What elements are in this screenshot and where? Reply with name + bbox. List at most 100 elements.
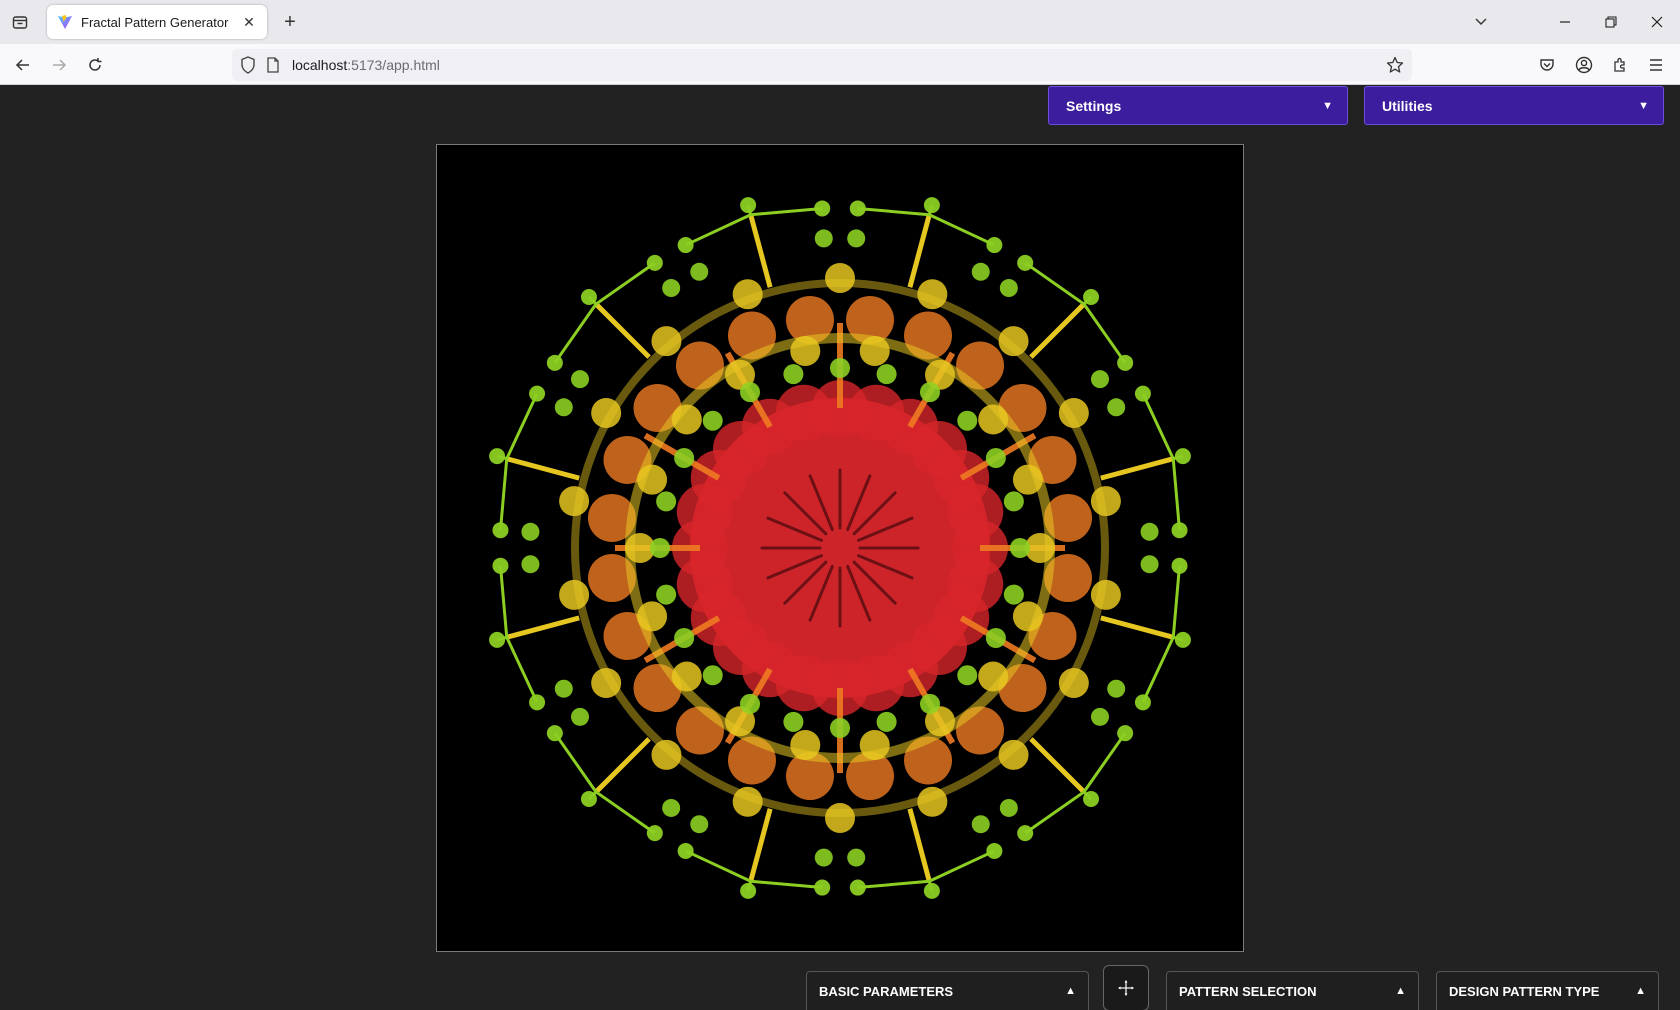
fractal-tip: [690, 815, 709, 834]
fractal-node: [740, 693, 760, 714]
fractal-tip: [814, 879, 831, 896]
fractal-tip: [814, 200, 831, 217]
bookmark-star-icon[interactable]: [1386, 56, 1404, 79]
move-icon[interactable]: [1103, 965, 1149, 1010]
fractal-node: [1003, 491, 1024, 512]
fractal-branch: [594, 737, 651, 794]
app-area: Settings ▼ Utilities ▼ BASIC PARAMETERS …: [0, 85, 1680, 1010]
fractal-branch: [1029, 737, 1086, 794]
fractal-tip: [1107, 398, 1126, 417]
fractal-tip: [1017, 825, 1034, 842]
browser-tab[interactable]: Fractal Pattern Generator ✕: [47, 5, 267, 39]
fractal-branch: [907, 808, 932, 882]
fractal-tip: [1117, 354, 1134, 371]
fractal-branch: [506, 615, 580, 640]
close-tab-icon[interactable]: ✕: [239, 12, 259, 32]
fractal-tip: [1134, 694, 1151, 711]
fractal-twig: [498, 565, 509, 638]
fractal-twig: [505, 393, 539, 460]
basic-parameters-panel[interactable]: BASIC PARAMETERS ▲: [806, 971, 1089, 1010]
fractal-twig: [685, 849, 752, 883]
chevron-down-icon: ▼: [1638, 99, 1649, 112]
tab-list-icon[interactable]: [8, 10, 32, 34]
close-window-icon[interactable]: [1634, 0, 1680, 44]
fractal-outer-blob: [732, 279, 763, 310]
menu-icon[interactable]: [1643, 52, 1669, 78]
fractal-tip: [662, 798, 681, 817]
fractal-twig: [1082, 732, 1127, 793]
restore-icon[interactable]: [1588, 0, 1634, 44]
fractal-tip: [529, 385, 546, 402]
fractal-twig: [1171, 458, 1182, 531]
fractal-twig: [928, 213, 995, 247]
address-bar[interactable]: localhost:5173/app.html: [232, 49, 1412, 81]
fractal-branch: [748, 808, 773, 882]
fractal-canvas[interactable]: [436, 144, 1244, 952]
fractal-tip: [999, 798, 1018, 817]
fractal-node: [876, 711, 897, 732]
fractal-outer-blob: [732, 786, 763, 817]
fractal-tip: [740, 197, 757, 214]
minimize-icon[interactable]: [1542, 0, 1588, 44]
fractal-node: [783, 364, 804, 385]
fractal-outer-blob: [917, 279, 948, 310]
fractal-node: [650, 538, 670, 558]
fractal-node: [920, 693, 940, 714]
shield-icon[interactable]: [240, 56, 256, 79]
fractal-tip: [1107, 679, 1126, 698]
fractal-tip: [646, 825, 663, 842]
browser-navbar: localhost:5173/app.html: [0, 44, 1680, 85]
fractal-tip: [1117, 725, 1134, 742]
fractal-node: [1003, 584, 1024, 605]
back-icon[interactable]: [10, 52, 36, 78]
fractal-tip: [1090, 370, 1109, 389]
chevron-up-icon: ▲: [1635, 985, 1646, 997]
fractal-outer-blob: [1090, 486, 1121, 517]
fractal-outer-blob: [671, 404, 702, 435]
fractal-tip: [1140, 522, 1159, 541]
fractal-tip: [1140, 555, 1159, 574]
fractal-twig: [595, 790, 656, 835]
fractal-node: [702, 665, 723, 686]
settings-label: Settings: [1066, 97, 1122, 114]
settings-dropdown[interactable]: Settings ▼: [1048, 86, 1348, 125]
fractal-tip: [814, 229, 833, 248]
fractal-branch: [594, 302, 651, 359]
fractal-outer-blob: [825, 263, 855, 293]
fractal-tip: [571, 707, 590, 726]
pattern-selection-panel[interactable]: PATTERN SELECTION ▲: [1166, 971, 1419, 1010]
fractal-tip: [1017, 254, 1034, 271]
fractal-tip: [489, 448, 506, 465]
fractal-twig: [595, 261, 656, 306]
page-info-icon[interactable]: [266, 57, 280, 78]
extensions-icon[interactable]: [1607, 52, 1633, 78]
fractal-outer-blob: [671, 661, 702, 692]
tab-overflow-icon[interactable]: [1458, 0, 1504, 44]
fractal-tip: [847, 848, 866, 867]
utilities-dropdown[interactable]: Utilities ▼: [1364, 86, 1664, 125]
fractal-outer-blob: [1012, 464, 1043, 495]
url-host: localhost: [292, 57, 348, 73]
pocket-icon[interactable]: [1534, 52, 1560, 78]
fractal-tip: [489, 631, 506, 648]
fractal-outer-blob: [790, 336, 821, 367]
fractal-twig: [1082, 303, 1127, 364]
account-icon[interactable]: [1571, 52, 1597, 78]
fractal-tip: [492, 522, 509, 539]
fractal-tip: [492, 557, 509, 574]
fractal-node: [1010, 538, 1030, 558]
new-tab-icon[interactable]: +: [278, 10, 302, 34]
reload-icon[interactable]: [82, 52, 108, 78]
fractal-branch: [907, 214, 932, 288]
fractal-twig: [857, 879, 930, 890]
forward-icon[interactable]: [46, 52, 72, 78]
fractal-tip: [546, 354, 563, 371]
fractal-outer-blob: [1012, 601, 1043, 632]
fractal-tip: [849, 879, 866, 896]
fractal-tip: [546, 725, 563, 742]
fractal-outer-blob: [790, 729, 821, 760]
design-pattern-type-panel[interactable]: DESIGN PATTERN TYPE ▲: [1436, 971, 1659, 1010]
fractal-outer-blob: [825, 803, 855, 833]
fractal-pattern: [489, 197, 1191, 899]
basic-parameters-label: BASIC PARAMETERS: [819, 983, 954, 999]
